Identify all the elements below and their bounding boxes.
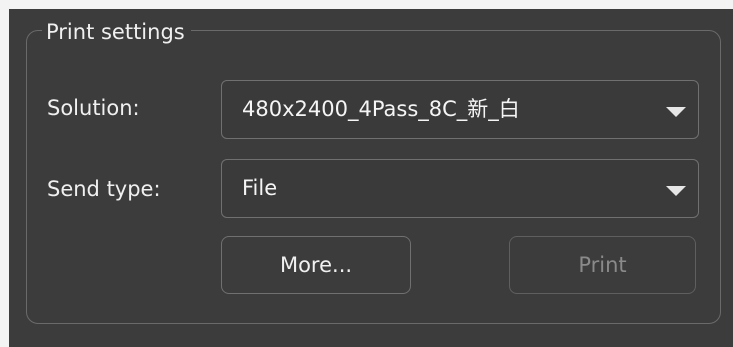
group-title: Print settings bbox=[42, 19, 191, 45]
more-button[interactable]: More... bbox=[221, 236, 411, 294]
send-type-label: Send type: bbox=[47, 177, 161, 201]
send-type-dropdown[interactable]: File bbox=[221, 159, 699, 218]
chevron-down-icon[interactable] bbox=[666, 107, 686, 117]
chevron-down-icon[interactable] bbox=[666, 186, 686, 196]
solution-label: Solution: bbox=[47, 96, 140, 120]
solution-value: 480x2400_4Pass_8C_新_白 bbox=[242, 97, 520, 121]
solution-dropdown[interactable]: 480x2400_4Pass_8C_新_白 bbox=[221, 80, 699, 139]
print-button[interactable]: Print bbox=[509, 236, 696, 294]
print-settings-panel: Print settings Solution: 480x2400_4Pass_… bbox=[9, 9, 733, 347]
send-type-value: File bbox=[242, 176, 278, 200]
